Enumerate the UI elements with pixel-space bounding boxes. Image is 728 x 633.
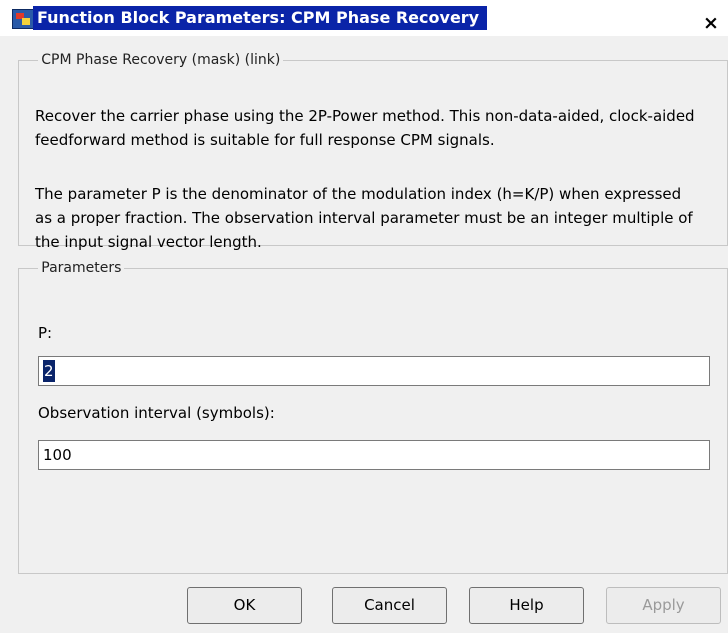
observation-interval-label: Observation interval (symbols): — [38, 404, 275, 422]
help-button[interactable]: Help — [469, 587, 584, 624]
window-title: Function Block Parameters: CPM Phase Rec… — [33, 6, 488, 30]
description-text-2: The parameter P is the denominator of th… — [35, 185, 693, 251]
apply-button[interactable]: Apply — [606, 587, 721, 624]
close-icon[interactable]: × — [700, 13, 722, 35]
p-input[interactable]: 2 — [38, 356, 710, 386]
p-label: P: — [38, 324, 53, 342]
parameters-group: Parameters P: 2 Observation interval (sy… — [18, 260, 728, 574]
p-value: 2 — [43, 360, 55, 382]
ok-button[interactable]: OK — [187, 587, 302, 624]
simulink-block-icon — [12, 9, 34, 29]
description-legend: CPM Phase Recovery (mask) (link) — [41, 52, 281, 68]
observation-interval-input[interactable]: 100 — [38, 440, 710, 470]
description-text-1: Recover the carrier phase using the 2P-P… — [35, 107, 695, 149]
title-bar: Function Block Parameters: CPM Phase Rec… — [0, 0, 728, 36]
cancel-button[interactable]: Cancel — [332, 587, 447, 624]
description-group: CPM Phase Recovery (mask) (link) Recover… — [18, 52, 728, 251]
parameters-legend: Parameters — [41, 260, 122, 276]
